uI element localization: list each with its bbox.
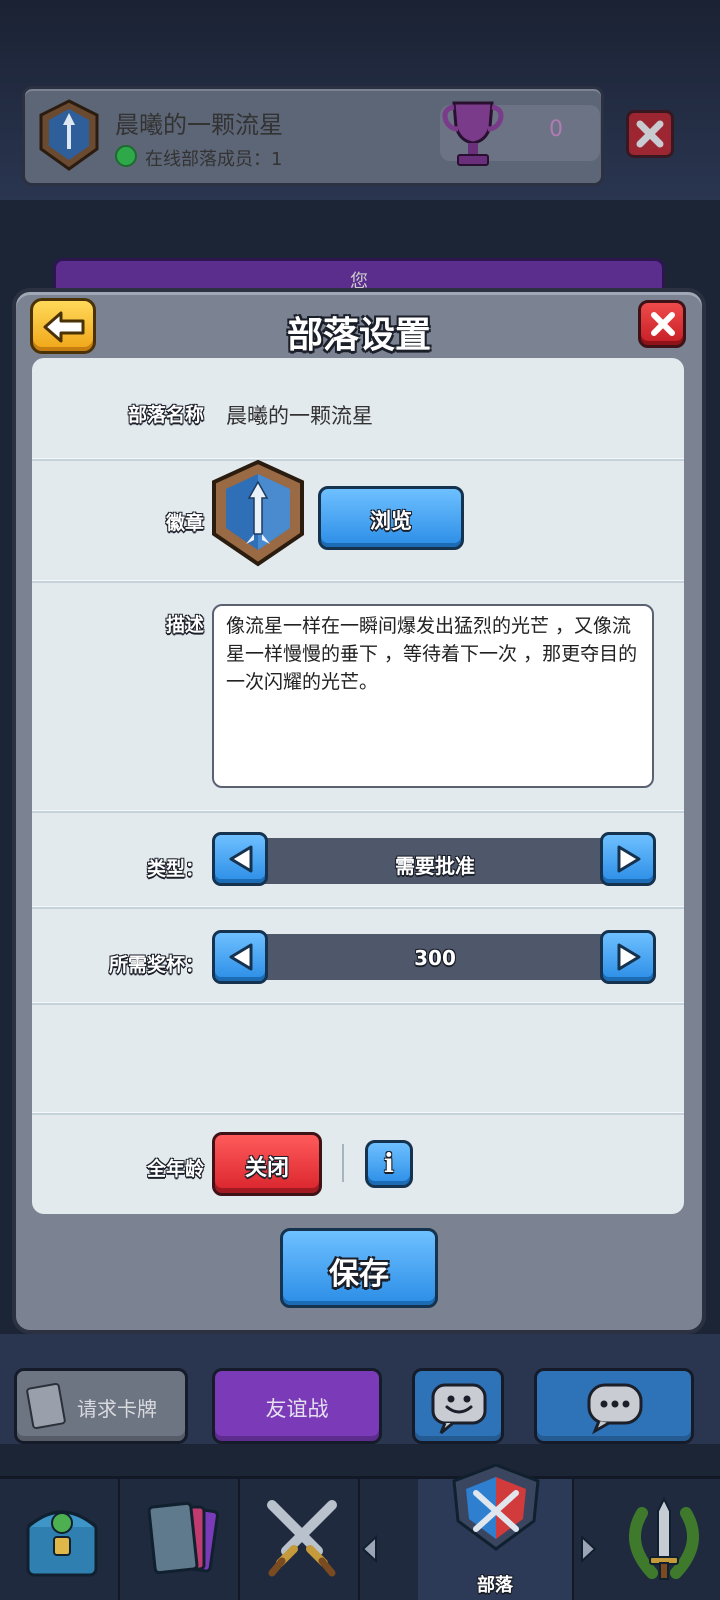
chat-button[interactable] <box>534 1368 694 1444</box>
request-cards-label: 请求卡牌 <box>77 1397 157 1421</box>
divider <box>32 906 684 909</box>
description-label: 描述 <box>165 614 204 636</box>
arrow-right-icon <box>617 943 641 971</box>
clan-trophy-box: 0 <box>440 101 600 166</box>
close-icon <box>651 312 675 336</box>
all-ages-label: 全年龄 <box>146 1158 204 1180</box>
separator <box>342 1144 344 1182</box>
card-icon <box>25 1382 67 1430</box>
nav-clan-label: 部落 <box>477 1575 513 1596</box>
header-close-button[interactable] <box>626 110 674 158</box>
laurel-sword-icon <box>629 1496 699 1580</box>
browse-badge-button[interactable]: 浏览 <box>318 486 464 550</box>
clan-name-label: 部落名称 <box>127 404 204 426</box>
divider <box>32 458 684 461</box>
description-textarea[interactable]: 像流星一样在一瞬间爆发出猛烈的光芒 ，又像流星一样慢慢的垂下 ，等待着下一次 ，… <box>212 604 654 788</box>
trophies-prev-button[interactable] <box>212 930 268 984</box>
arrow-left-icon <box>229 845 253 873</box>
required-trophies-value: 300 <box>414 946 456 970</box>
badge-label: 徽章 <box>165 512 204 534</box>
clan-action-bar: 请求卡牌 友谊战 <box>0 1334 720 1444</box>
divider <box>32 580 684 583</box>
nav-cards[interactable] <box>120 1479 240 1600</box>
info-icon: i <box>384 1149 394 1179</box>
nav-events[interactable] <box>600 1479 720 1600</box>
modal-title: 部落设置 <box>286 315 431 356</box>
type-prev-button[interactable] <box>212 832 268 886</box>
arrow-right-icon <box>617 845 641 873</box>
online-members-text: 在线部落成员：1 <box>145 149 283 170</box>
nav-clan[interactable]: 部落 <box>418 1463 574 1600</box>
close-icon <box>636 120 664 148</box>
save-button-label: 保存 <box>329 1257 389 1292</box>
divider <box>32 1112 684 1115</box>
emote-icon <box>431 1383 487 1435</box>
save-button[interactable]: 保存 <box>280 1228 438 1308</box>
friendly-battle-button[interactable]: 友谊战 <box>212 1368 382 1444</box>
emote-button[interactable] <box>412 1368 504 1444</box>
online-indicator-icon <box>115 145 137 167</box>
clan-header-name: 晨曦的一颗流星 <box>115 111 283 139</box>
nav-right-arrow-icon <box>581 1535 597 1563</box>
info-button[interactable]: i <box>365 1140 413 1188</box>
clan-header: 晨曦的一颗流星 在线部落成员：1 0 <box>22 86 604 186</box>
clan-name-value[interactable]: 晨曦的一颗流星 <box>226 400 373 430</box>
crossed-swords-icon <box>267 1500 337 1577</box>
nav-left-arrow-icon <box>361 1535 377 1563</box>
divider <box>32 1002 684 1005</box>
arrow-left-icon <box>229 943 253 971</box>
clan-shield-icon <box>452 1463 540 1551</box>
clan-badge-icon <box>212 460 304 567</box>
clan-settings-modal: 部落设置 部落名称 晨曦的一颗流星 徽章 浏览 描述 像流星一样在一瞬间爆发出猛… <box>12 288 706 1334</box>
trophies-next-button[interactable] <box>600 930 656 984</box>
modal-close-button[interactable] <box>638 300 686 348</box>
all-ages-toggle-label: 关闭 <box>244 1156 289 1181</box>
friendly-battle-label: 友谊战 <box>265 1397 329 1421</box>
nav-battle[interactable] <box>240 1479 360 1600</box>
bottom-nav: 部落 <box>0 1463 720 1600</box>
type-next-button[interactable] <box>600 832 656 886</box>
nav-shop[interactable] <box>0 1479 120 1600</box>
clan-trophy-count: 0 <box>549 117 563 142</box>
request-cards-button[interactable]: 请求卡牌 <box>14 1368 188 1444</box>
clan-badge-icon <box>39 99 99 171</box>
all-ages-toggle[interactable]: 关闭 <box>212 1132 322 1196</box>
required-trophies-label: 所需奖杯： <box>108 954 204 976</box>
chat-icon <box>587 1383 643 1435</box>
type-label: 类型： <box>146 858 204 880</box>
chest-icon <box>26 1510 98 1577</box>
divider <box>32 810 684 813</box>
type-value: 需要批准 <box>395 854 475 878</box>
trophy-icon <box>442 101 504 166</box>
settings-panel: 部落名称 晨曦的一颗流星 徽章 浏览 描述 像流星一样在一瞬间爆发出猛烈的光芒 … <box>32 358 684 1214</box>
cards-icon <box>147 1501 219 1575</box>
browse-button-label: 浏览 <box>370 509 412 533</box>
